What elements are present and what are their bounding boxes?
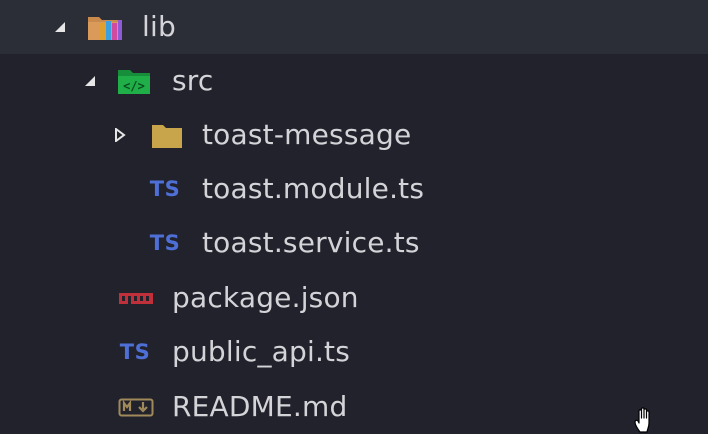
tree-item-label: README.md xyxy=(172,389,348,423)
tree-item-src[interactable]: </> src xyxy=(0,54,708,108)
file-explorer-tree: lib </> src toast-message TS toast.modul… xyxy=(0,0,708,434)
typescript-icon: TS xyxy=(149,231,181,255)
source-folder-icon: </> xyxy=(116,65,154,97)
tree-item-toast-service-ts[interactable]: TS toast.service.ts xyxy=(0,216,708,270)
typescript-icon: TS xyxy=(149,177,181,201)
tree-item-label: package.json xyxy=(172,280,359,314)
library-folder-icon xyxy=(86,11,124,43)
tree-item-lib[interactable]: lib xyxy=(0,0,708,54)
typescript-icon: TS xyxy=(119,340,151,364)
tree-item-label: toast.service.ts xyxy=(202,225,420,259)
folder-icon xyxy=(148,119,186,151)
tree-item-public-api-ts[interactable]: TS public_api.ts xyxy=(0,325,708,379)
tree-item-toast-module-ts[interactable]: TS toast.module.ts xyxy=(0,162,708,216)
hand-cursor-icon xyxy=(634,407,650,433)
tree-item-label: lib xyxy=(142,9,176,43)
npm-icon xyxy=(117,282,155,314)
collapsed-arrow-icon[interactable] xyxy=(113,128,127,142)
expanded-arrow-icon[interactable] xyxy=(53,20,67,34)
tree-item-toast-message[interactable]: toast-message xyxy=(0,108,708,162)
tree-item-readme-md[interactable]: README.md xyxy=(0,380,708,434)
markdown-icon xyxy=(117,391,155,423)
tree-item-label: toast-message xyxy=(202,117,412,151)
tree-item-label: public_api.ts xyxy=(172,334,351,368)
tree-item-label: toast.module.ts xyxy=(202,171,425,205)
expanded-arrow-icon[interactable] xyxy=(83,74,97,88)
tree-item-label: src xyxy=(172,63,214,97)
svg-text:</>: </> xyxy=(123,79,145,93)
tree-item-package-json[interactable]: package.json xyxy=(0,271,708,325)
